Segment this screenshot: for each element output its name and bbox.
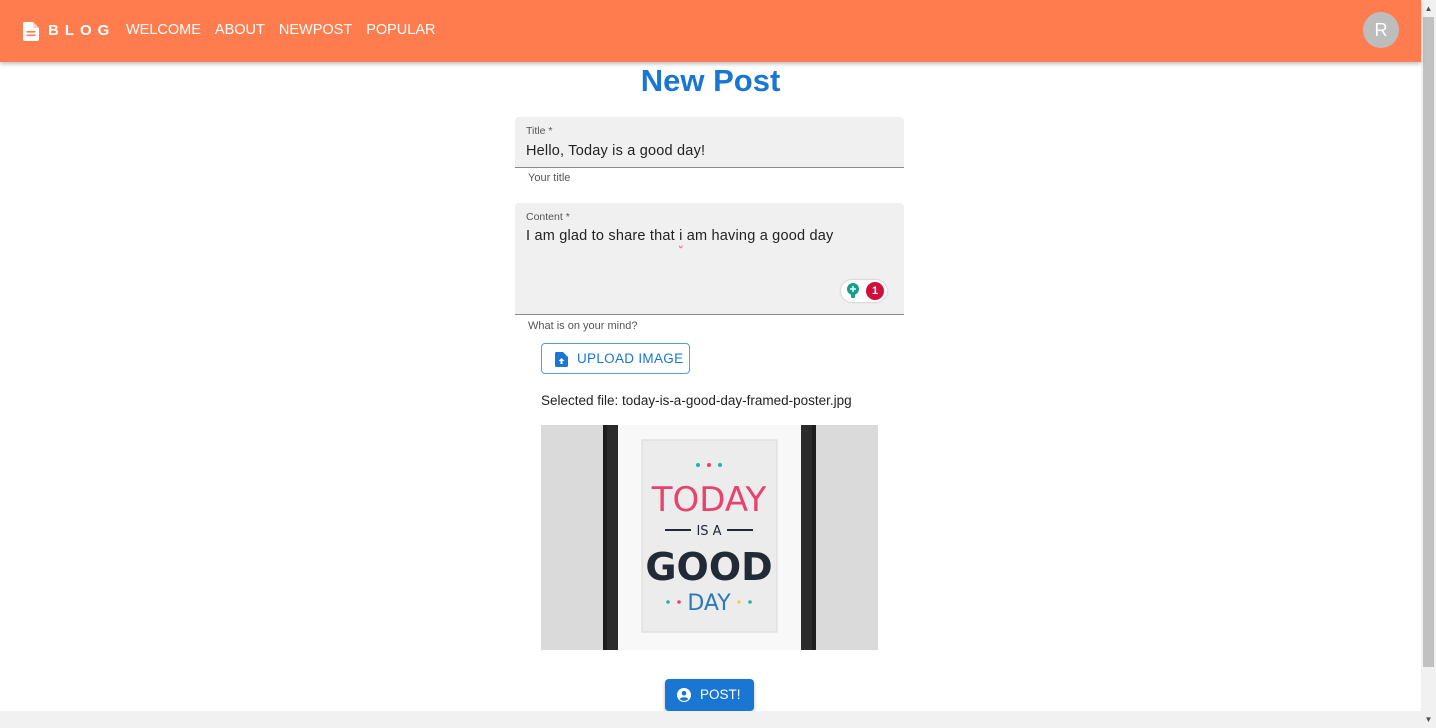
post-button-label: POST! [700,687,741,702]
grammar-issue-count: 1 [866,282,884,300]
content-field-label: Content * [526,211,570,223]
upload-image-button[interactable]: UPLOAD IMAGE [541,343,690,374]
nav-newpost[interactable]: NEWPOST [279,21,352,39]
scroll-down-arrow-icon[interactable]: ▼ [1421,711,1436,728]
content-text-after: am having a good day [682,228,834,244]
grammar-badge[interactable]: 1 [841,280,887,302]
nav-welcome[interactable]: WELCOME [126,21,201,39]
content-helper-text: What is on your mind? [528,320,638,332]
horizontal-scrollbar[interactable] [0,711,1421,728]
title-field[interactable]: Title * Hello, Today is a good day! [515,117,904,168]
page: BLOG WELCOME ABOUT NEWPOST POPULAR R New… [0,0,1436,728]
main-nav: WELCOME ABOUT NEWPOST POPULAR [126,21,436,39]
upload-image-label: UPLOAD IMAGE [577,351,684,366]
poster-image: TODAY IS A GOOD DAY [541,425,878,650]
scroll-thumb[interactable] [1423,17,1434,667]
account-circle-icon [677,688,691,702]
avatar[interactable]: R [1363,12,1399,48]
title-helper-text: Your title [528,172,571,184]
scroll-up-arrow-icon[interactable]: ▲ [1421,0,1436,17]
content-text-before: I am glad to share that [526,228,680,244]
logo-text[interactable]: BLOG [48,21,115,41]
lightbulb-icon [847,283,859,298]
poster-line-day: DAY [687,591,731,616]
selected-file-text: Selected file: today-is-a-good-day-frame… [541,393,852,408]
upload-file-icon [555,352,568,367]
poster-line-good: GOOD [645,545,772,589]
poster-line-today: TODAY [651,480,767,520]
nav-about[interactable]: ABOUT [215,21,265,39]
document-icon [23,22,39,41]
page-title: New Post [640,63,781,98]
post-button[interactable]: POST! [665,679,754,711]
poster-line-is-a: IS A [696,524,721,539]
title-field-label: Title * [526,125,553,137]
app-bar: BLOG WELCOME ABOUT NEWPOST POPULAR R [0,0,1421,62]
vertical-scrollbar[interactable]: ▲ ▼ [1421,0,1436,728]
content-textarea[interactable]: I am glad to share that i am having a go… [526,228,833,244]
title-input[interactable]: Hello, Today is a good day! [526,143,705,159]
nav-popular[interactable]: POPULAR [366,21,435,39]
